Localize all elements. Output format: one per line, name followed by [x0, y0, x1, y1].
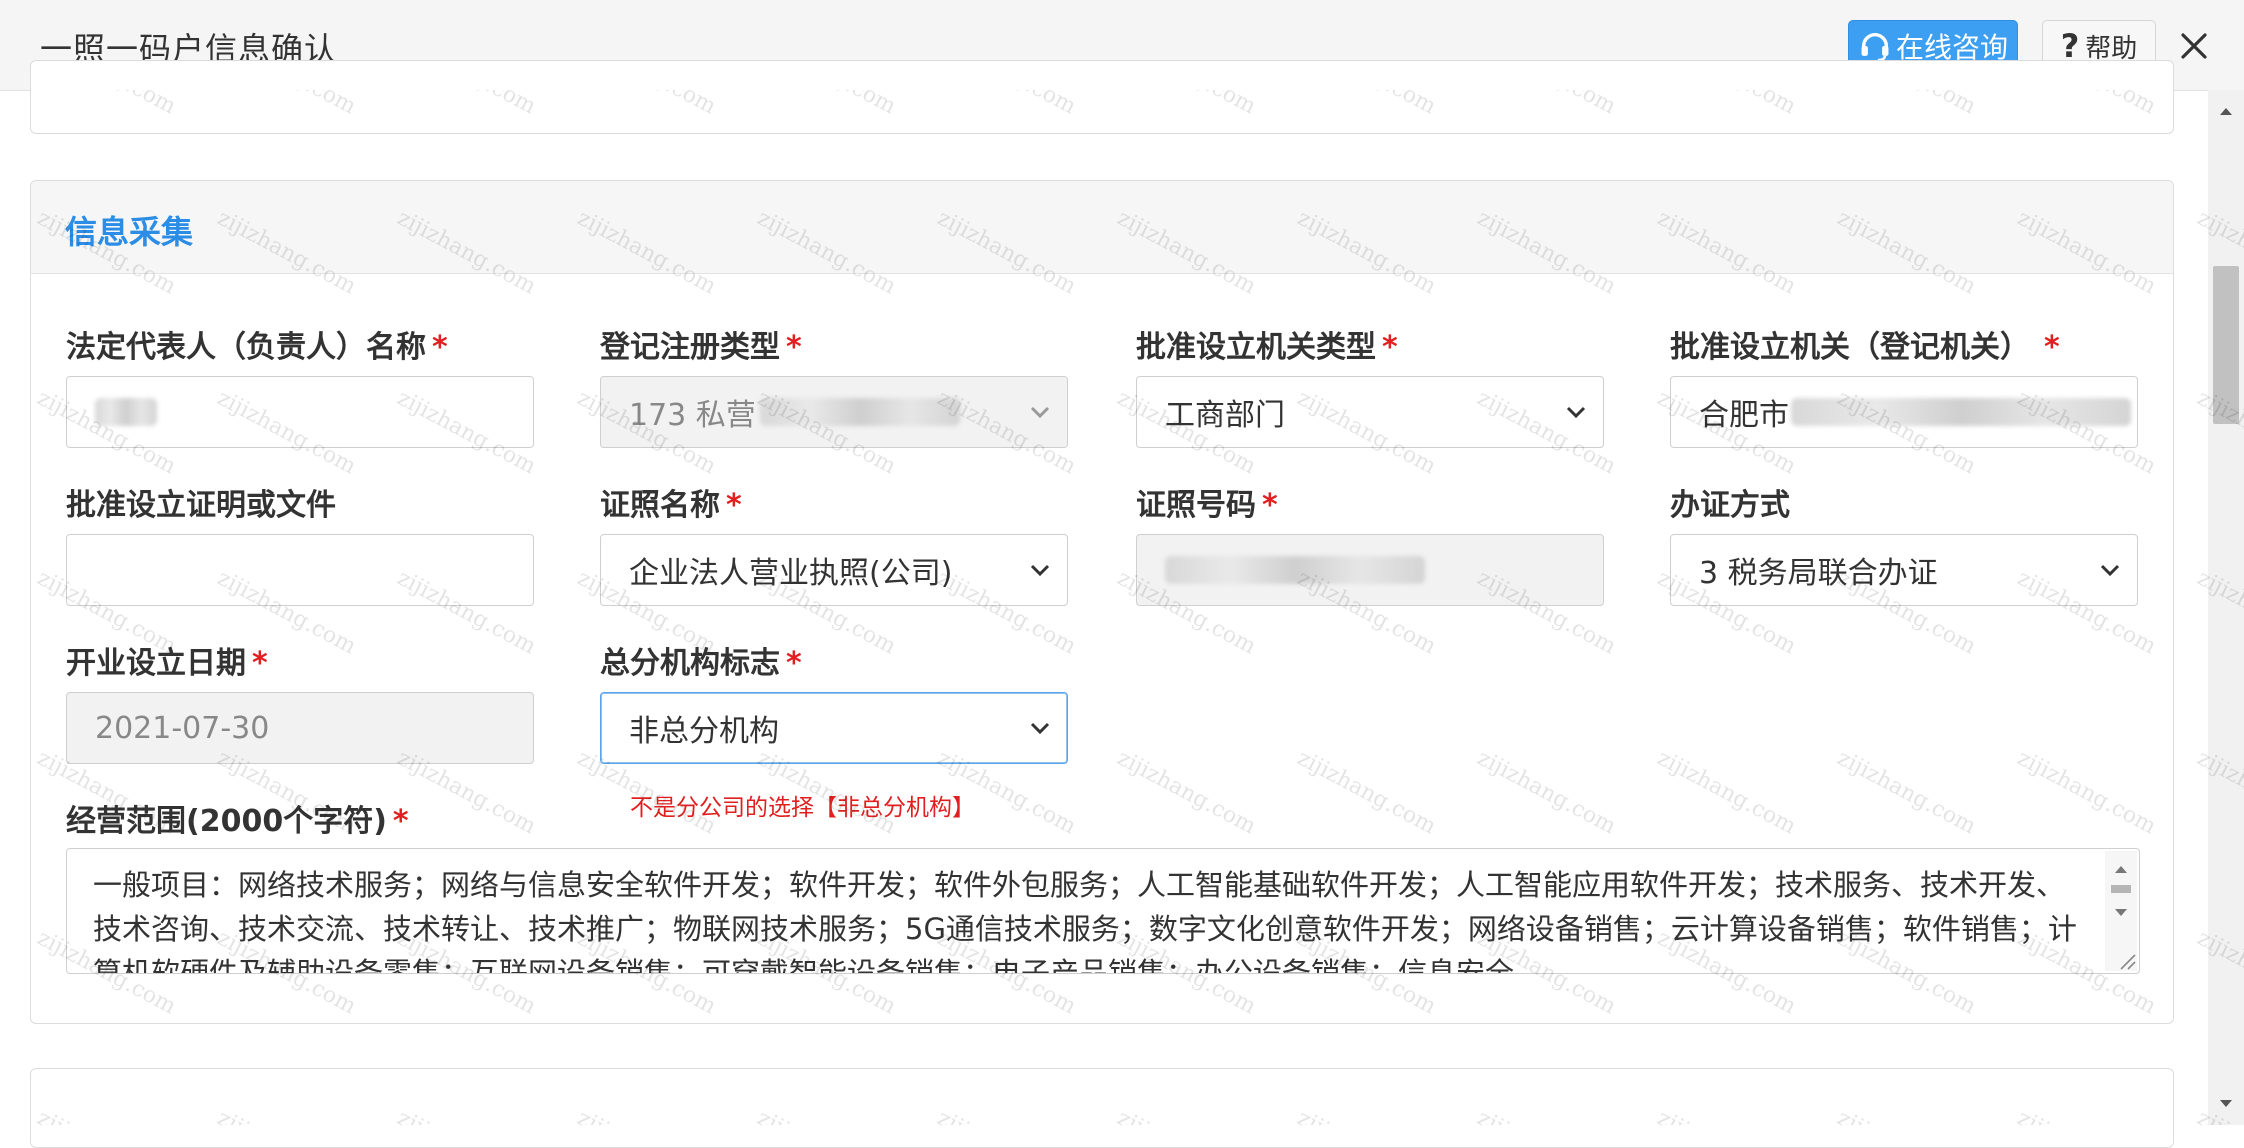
previous-section-panel: [30, 60, 2174, 134]
branch-flag-label: 总分机构标志 *: [600, 646, 802, 681]
scroll-up-arrow-icon[interactable]: [2109, 859, 2133, 879]
scroll-down-arrow-icon[interactable]: [2109, 903, 2133, 923]
chevron-down-icon: [1566, 406, 1586, 419]
reg-type-label: 登记注册类型 *: [600, 330, 802, 365]
required-mark: *: [1262, 488, 1278, 523]
approval-doc-label: 批准设立证明或文件: [66, 488, 336, 523]
business-scope-text: 一般项目：网络技术服务；网络与信息安全软件开发；软件开发；软件外包服务；人工智能…: [93, 868, 2077, 974]
business-scope-textarea[interactable]: 一般项目：网络技术服务；网络与信息安全软件开发；软件开发；软件外包服务；人工智能…: [66, 848, 2140, 974]
approval-authority-type-label: 批准设立机关类型 *: [1136, 330, 1398, 365]
branch-flag-value: 非总分机构: [629, 714, 779, 749]
branch-flag-hint: 不是分公司的选择【非总分机构】: [630, 795, 975, 821]
open-date-value: 2021-07-30: [95, 710, 270, 746]
reg-type-select[interactable]: 173 私营: [600, 376, 1068, 448]
license-number-label: 证照号码 *: [1136, 488, 1278, 523]
redacted-blur: [1791, 398, 2131, 426]
chevron-down-icon: [1030, 564, 1050, 577]
business-scope-label: 经营范围(2000个字符) *: [66, 804, 409, 839]
redacted-blur: [1165, 556, 1425, 584]
chevron-down-icon: [2100, 564, 2120, 577]
textarea-scroll-thumb[interactable]: [2111, 885, 2131, 893]
approval-authority-value: 合肥市: [1699, 398, 1789, 433]
required-mark: *: [432, 330, 448, 365]
open-date-label: 开业设立日期 *: [66, 646, 268, 681]
legal-rep-input[interactable]: [66, 376, 534, 448]
required-mark: *: [392, 804, 409, 839]
license-name-select[interactable]: 企业法人营业执照(公司): [600, 534, 1068, 606]
required-mark: *: [1382, 330, 1398, 365]
required-mark: *: [726, 488, 742, 523]
window-scroll-thumb[interactable]: [2213, 266, 2239, 424]
close-button[interactable]: [2170, 20, 2218, 72]
handling-method-label: 办证方式: [1670, 488, 1790, 523]
approval-authority-input[interactable]: 合肥市: [1670, 376, 2138, 448]
resize-grip-icon[interactable]: [2115, 949, 2137, 971]
chevron-down-icon: [1030, 406, 1050, 419]
help-label: 帮助: [2085, 33, 2138, 64]
headset-icon: [1861, 33, 1889, 62]
panel-header: 信息采集: [31, 181, 2173, 274]
approval-authority-type-value: 工商部门: [1165, 398, 1285, 433]
chevron-down-icon: [1030, 722, 1050, 735]
legal-rep-label: 法定代表人（负责人）名称 *: [66, 330, 448, 365]
license-name-label: 证照名称 *: [600, 488, 742, 523]
close-icon: [2181, 33, 2207, 59]
redacted-blur: [759, 398, 960, 426]
redacted-blur: [95, 398, 157, 426]
window-scrollbar[interactable]: [2208, 90, 2244, 1125]
required-mark: *: [786, 646, 802, 681]
required-mark: *: [786, 330, 802, 365]
license-number-input[interactable]: [1136, 534, 1604, 606]
section-title: 信息采集: [65, 213, 194, 251]
required-mark: *: [252, 646, 268, 681]
approval-authority-type-select[interactable]: 工商部门: [1136, 376, 1604, 448]
handling-method-select[interactable]: 3 税务局联合办证: [1670, 534, 2138, 606]
open-date-input[interactable]: 2021-07-30: [66, 692, 534, 764]
branch-flag-select[interactable]: 非总分机构: [600, 692, 1068, 764]
required-mark: *: [2044, 330, 2060, 365]
license-name-value: 企业法人营业执照(公司): [629, 556, 953, 591]
handling-method-value: 3 税务局联合办证: [1699, 556, 1938, 591]
reg-type-value: 173 私营: [629, 398, 756, 433]
scroll-down-arrow-icon[interactable]: [2208, 1089, 2244, 1119]
approval-doc-input[interactable]: [66, 534, 534, 606]
scroll-up-arrow-icon[interactable]: [2208, 96, 2244, 126]
approval-authority-label: 批准设立机关（登记机关） *: [1670, 330, 2060, 365]
next-section-panel: [30, 1068, 2174, 1148]
